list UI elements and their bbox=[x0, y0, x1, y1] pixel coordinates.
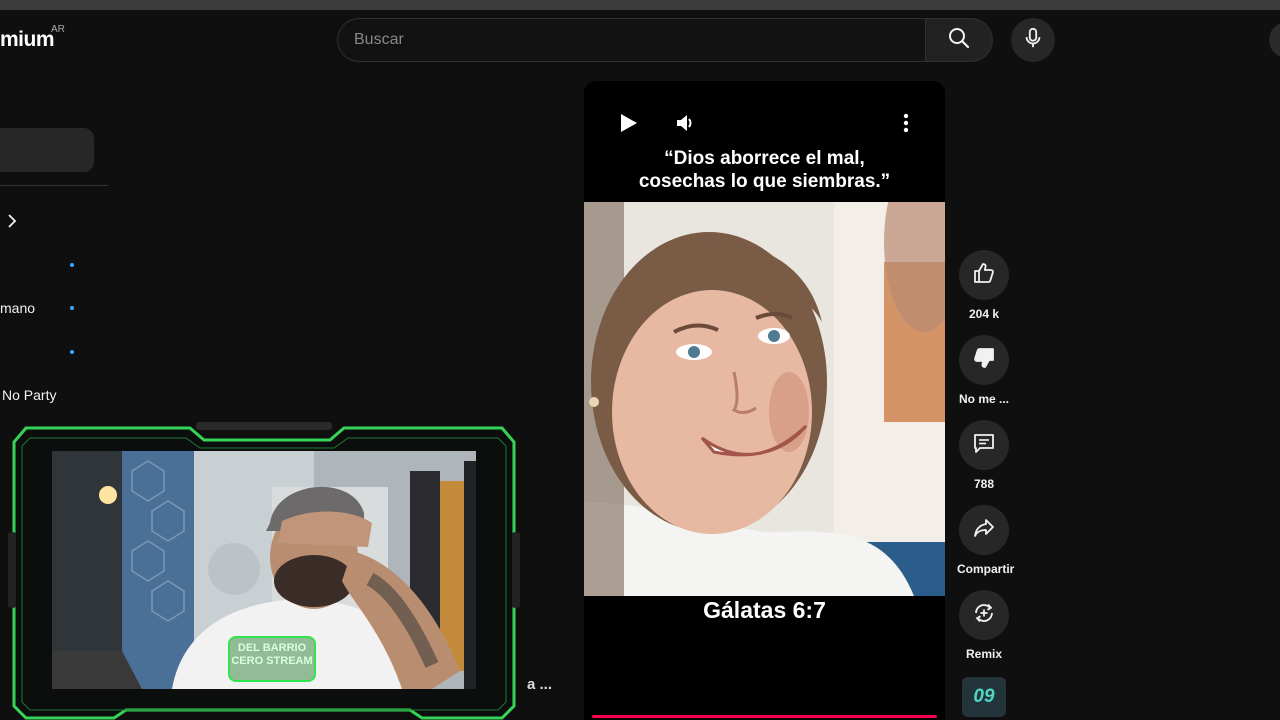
dislike-label: No me ... bbox=[958, 392, 1009, 406]
like-button[interactable] bbox=[959, 250, 1009, 300]
remix-action: Remix bbox=[957, 590, 1011, 661]
sidebar-item-active[interactable] bbox=[0, 128, 94, 172]
sidebar-item-label[interactable]: No Party bbox=[2, 387, 56, 403]
video-frame bbox=[584, 202, 945, 596]
remix-label: Remix bbox=[965, 647, 1003, 661]
sidebar-divider bbox=[0, 185, 108, 186]
remix-button[interactable] bbox=[959, 590, 1009, 640]
chevron-right-icon[interactable] bbox=[6, 213, 18, 234]
microphone-icon bbox=[1022, 27, 1044, 54]
video-title-fragment[interactable]: a ... bbox=[527, 676, 552, 693]
share-label: Compartir bbox=[957, 562, 1015, 576]
bible-verse-caption: Gálatas 6:7 bbox=[703, 597, 826, 623]
comments-count: 788 bbox=[973, 477, 995, 491]
more-options-icon[interactable] bbox=[894, 109, 918, 137]
share-icon bbox=[972, 516, 996, 545]
search-button[interactable] bbox=[925, 18, 993, 62]
like-count: 204 k bbox=[968, 307, 1000, 321]
stream-logo-badge: DEL BARRIO CERO STREAM bbox=[228, 636, 316, 682]
play-icon[interactable] bbox=[614, 109, 642, 137]
search-box bbox=[337, 18, 925, 62]
youtube-premium-logo[interactable]: mium bbox=[0, 28, 55, 52]
browser-top-strip bbox=[0, 0, 1280, 10]
share-button[interactable] bbox=[959, 505, 1009, 555]
dislike-action: No me ... bbox=[957, 335, 1011, 406]
shorts-player[interactable]: “Dios aborrece el mal, cosechas lo que s… bbox=[584, 81, 945, 720]
comments-button[interactable] bbox=[959, 420, 1009, 470]
avatar[interactable] bbox=[1269, 22, 1280, 58]
like-action: 204 k bbox=[957, 250, 1011, 321]
dislike-button[interactable] bbox=[959, 335, 1009, 385]
volume-icon[interactable] bbox=[672, 109, 700, 137]
sidebar-item-label[interactable]: mano bbox=[0, 300, 35, 316]
logo-region-code: AR bbox=[51, 24, 65, 35]
sidebar-item-new-dot bbox=[70, 306, 74, 310]
search-icon bbox=[947, 26, 971, 55]
caption-quote: “Dios aborrece el mal, cosechas lo que s… bbox=[584, 147, 945, 193]
caption-line: “Dios aborrece el mal, bbox=[664, 148, 865, 169]
comments-action: 788 bbox=[957, 420, 1011, 491]
caption-line: cosechas lo que siembras.” bbox=[638, 171, 891, 192]
channel-thumbnail[interactable]: 09 bbox=[962, 677, 1006, 717]
sidebar-item-new-dot bbox=[70, 350, 74, 354]
video-progress-bar[interactable] bbox=[592, 715, 937, 718]
remix-icon bbox=[972, 601, 996, 630]
sidebar-item-new-dot bbox=[70, 263, 74, 267]
thumbs-down-icon bbox=[972, 346, 996, 375]
voice-search-button[interactable] bbox=[1011, 18, 1055, 62]
comment-icon bbox=[972, 431, 996, 460]
search-input[interactable] bbox=[354, 19, 914, 61]
share-action: Compartir bbox=[957, 505, 1015, 576]
thumbs-up-icon bbox=[972, 261, 996, 290]
